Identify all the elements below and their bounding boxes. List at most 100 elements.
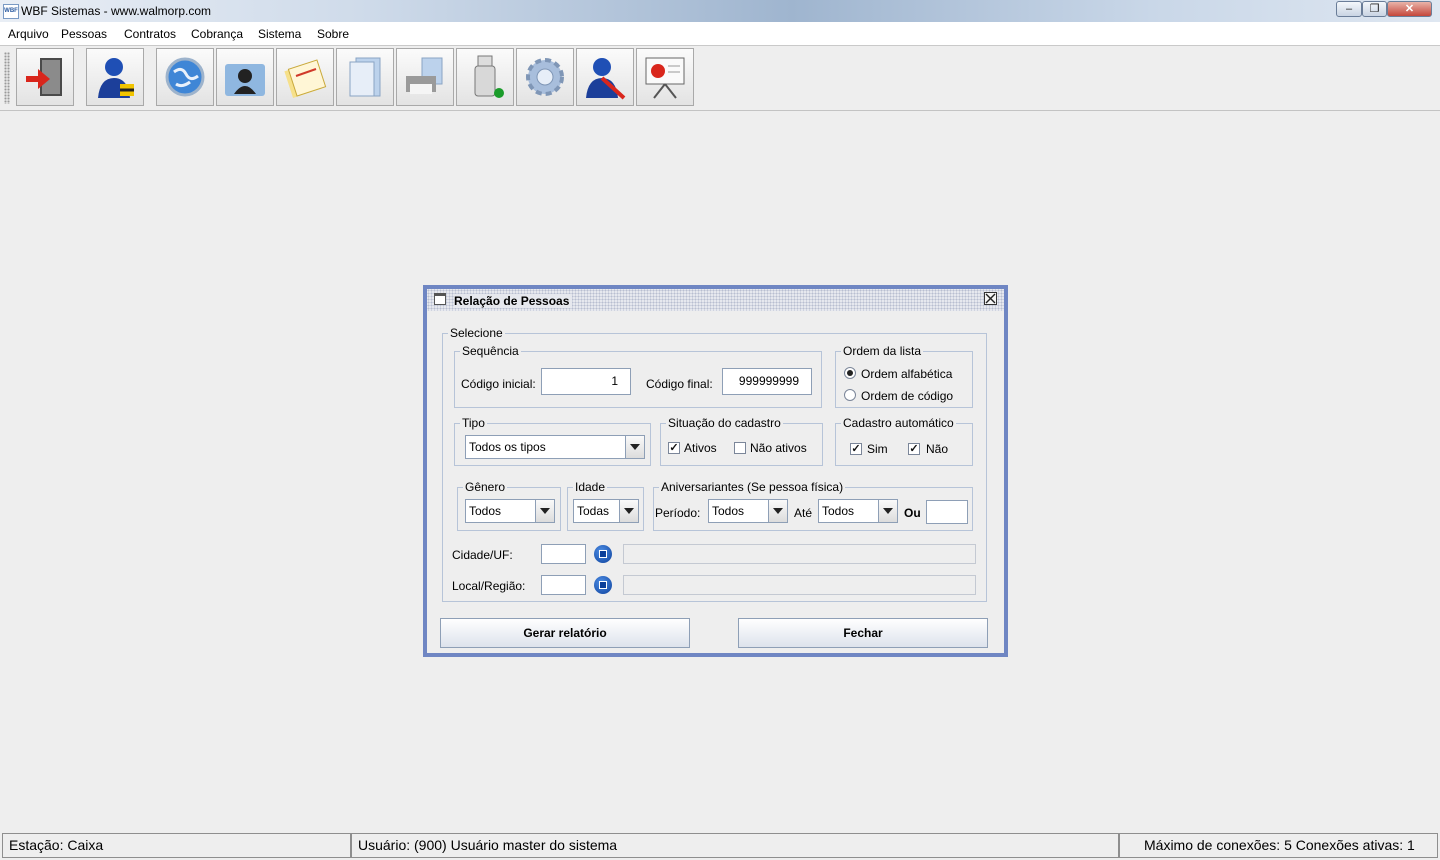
maximize-button[interactable]: ❐ bbox=[1362, 1, 1387, 17]
toolbar-contacts-button[interactable] bbox=[216, 48, 274, 106]
codigo-final-input[interactable]: 999999999 bbox=[722, 368, 812, 395]
toolbar-grip[interactable] bbox=[4, 52, 10, 104]
cidade-uf-label: Cidade/UF: bbox=[452, 548, 513, 562]
local-description-field bbox=[623, 575, 976, 595]
ou-input[interactable] bbox=[926, 500, 968, 524]
genero-select[interactable]: Todos bbox=[465, 499, 555, 523]
cadastro-automatico-legend: Cadastro automático bbox=[841, 416, 956, 430]
ate-select[interactable]: Todos bbox=[818, 499, 898, 523]
local-regiao-input[interactable] bbox=[541, 575, 586, 595]
minimize-button[interactable]: – bbox=[1336, 1, 1362, 17]
status-conexoes: Máximo de conexões: 5 Conexões ativas: 1 bbox=[1119, 833, 1438, 858]
ordem-lista-legend: Ordem da lista bbox=[841, 344, 924, 358]
presentation-board-icon bbox=[645, 57, 685, 99]
cidade-description-field bbox=[623, 544, 976, 564]
cadastro-sim-label[interactable]: Sim bbox=[867, 442, 888, 456]
tipo-legend: Tipo bbox=[460, 416, 487, 430]
toolbar-globe-button[interactable] bbox=[156, 48, 214, 106]
documents-icon bbox=[349, 57, 381, 97]
tipo-select-value: Todos os tipos bbox=[469, 440, 546, 454]
ordem-alfabetica-radio[interactable] bbox=[844, 367, 856, 379]
ou-label: Ou bbox=[904, 506, 921, 520]
window-titlebar: WBF WBF Sistemas - www.walmorp.com – ❐ ✕ bbox=[0, 0, 1440, 22]
ate-label: Até bbox=[794, 506, 813, 520]
codigo-inicial-input[interactable]: 1 bbox=[541, 368, 631, 395]
toolbar-usb-button[interactable] bbox=[456, 48, 514, 106]
tipo-select[interactable]: Todos os tipos bbox=[465, 435, 645, 459]
genero-select-value: Todos bbox=[469, 504, 502, 518]
genero-legend: Gênero bbox=[463, 480, 508, 494]
toolbar-exit-button[interactable] bbox=[16, 48, 74, 106]
periodo-label: Período: bbox=[655, 506, 701, 520]
menu-cobranca[interactable]: Cobrança bbox=[191, 27, 243, 41]
idade-select-value: Todas bbox=[577, 504, 610, 518]
gerar-relatorio-button[interactable]: Gerar relatório bbox=[440, 618, 690, 648]
ativos-checkbox[interactable]: ✓ bbox=[668, 442, 680, 454]
toolbar-settings-button[interactable] bbox=[516, 48, 574, 106]
nao-ativos-label[interactable]: Não ativos bbox=[750, 441, 807, 455]
toolbar bbox=[0, 46, 1440, 111]
local-search-icon[interactable] bbox=[594, 576, 612, 594]
sequencia-legend: Sequência bbox=[460, 344, 521, 358]
chevron-down-icon[interactable] bbox=[625, 436, 644, 458]
exit-door-icon bbox=[26, 58, 62, 96]
chevron-down-icon[interactable] bbox=[768, 500, 787, 522]
gear-icon bbox=[526, 58, 564, 96]
periodo-select[interactable]: Todos bbox=[708, 499, 788, 523]
globe-icon bbox=[165, 57, 205, 97]
ordem-codigo-radio[interactable] bbox=[844, 389, 856, 401]
idade-select[interactable]: Todas bbox=[573, 499, 639, 523]
chevron-down-icon[interactable] bbox=[535, 500, 554, 522]
usb-drive-icon bbox=[474, 55, 504, 98]
close-icon bbox=[985, 293, 996, 304]
notes-icon bbox=[284, 59, 327, 98]
situacao-legend: Situação do cadastro bbox=[666, 416, 783, 430]
cadastro-nao-label[interactable]: Não bbox=[926, 442, 948, 456]
close-window-button[interactable]: ✕ bbox=[1387, 1, 1432, 17]
dialog-titlebar[interactable]: Relação de Pessoas bbox=[427, 289, 1004, 311]
window-title: WBF Sistemas - www.walmorp.com bbox=[21, 4, 212, 18]
cidade-uf-input[interactable] bbox=[541, 544, 586, 564]
chevron-down-icon[interactable] bbox=[878, 500, 897, 522]
dialog-title: Relação de Pessoas bbox=[454, 294, 573, 308]
contacts-folder-icon bbox=[225, 64, 265, 96]
toolbar-notes-button[interactable] bbox=[276, 48, 334, 106]
ordem-codigo-label[interactable]: Ordem de código bbox=[861, 389, 953, 403]
codigo-final-label: Código final: bbox=[646, 377, 713, 391]
user-tools-icon bbox=[586, 58, 626, 100]
idade-legend: Idade bbox=[573, 480, 608, 494]
codigo-inicial-label: Código inicial: bbox=[461, 377, 536, 391]
ordem-alfabetica-label[interactable]: Ordem alfabética bbox=[861, 367, 952, 381]
local-regiao-label: Local/Região: bbox=[452, 579, 526, 593]
user-lock-icon bbox=[98, 58, 134, 98]
aniversariantes-group: Aniversariantes (Se pessoa física) bbox=[653, 480, 973, 531]
menu-contratos[interactable]: Contratos bbox=[124, 27, 176, 41]
menu-bar: Arquivo Pessoas Contratos Cobrança Siste… bbox=[0, 22, 1440, 46]
menu-sobre[interactable]: Sobre bbox=[317, 27, 349, 41]
toolbar-presentation-button[interactable] bbox=[636, 48, 694, 106]
toolbar-documents-button[interactable] bbox=[336, 48, 394, 106]
chevron-down-icon[interactable] bbox=[619, 500, 638, 522]
nao-ativos-checkbox[interactable] bbox=[734, 442, 746, 454]
aniversariantes-legend: Aniversariantes (Se pessoa física) bbox=[659, 480, 846, 494]
cidade-search-icon[interactable] bbox=[594, 545, 612, 563]
menu-pessoas[interactable]: Pessoas bbox=[61, 27, 107, 41]
printer-icon bbox=[406, 57, 443, 94]
status-usuario: Usuário: (900) Usuário master do sistema bbox=[351, 833, 1119, 858]
toolbar-users-button[interactable] bbox=[86, 48, 144, 106]
app-logo-icon: WBF bbox=[3, 4, 19, 19]
window-icon bbox=[434, 293, 446, 305]
fechar-button[interactable]: Fechar bbox=[738, 618, 988, 648]
menu-arquivo[interactable]: Arquivo bbox=[8, 27, 49, 41]
ativos-label[interactable]: Ativos bbox=[684, 441, 717, 455]
toolbar-user-tools-button[interactable] bbox=[576, 48, 634, 106]
dialog-close-button[interactable] bbox=[984, 292, 997, 305]
toolbar-printer-button[interactable] bbox=[396, 48, 454, 106]
relacao-pessoas-dialog: Relação de Pessoas Selecione Sequência C… bbox=[423, 285, 1008, 657]
cadastro-sim-checkbox[interactable]: ✓ bbox=[850, 443, 862, 455]
menu-sistema[interactable]: Sistema bbox=[258, 27, 301, 41]
status-estacao: Estação: Caixa bbox=[2, 833, 351, 858]
cadastro-nao-checkbox[interactable]: ✓ bbox=[908, 443, 920, 455]
ate-select-value: Todos bbox=[822, 504, 855, 518]
status-bar: Estação: Caixa Usuário: (900) Usuário ma… bbox=[0, 832, 1440, 860]
